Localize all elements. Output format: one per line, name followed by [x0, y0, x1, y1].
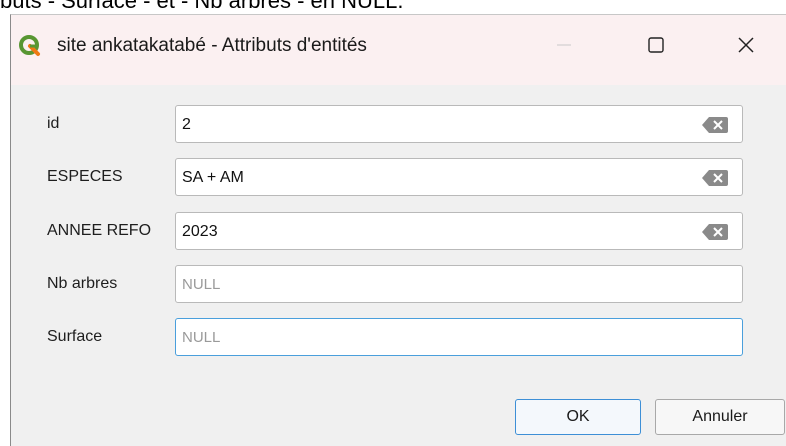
attribute-form-dialog: site ankatakatabé - Attributs d'entités …: [10, 14, 786, 446]
field-label-especes: ESPECES: [47, 168, 123, 185]
clear-field-icon[interactable]: [702, 170, 728, 186]
field-label-nb-arbres: Nb arbres: [47, 275, 118, 292]
field-value-nb-arbres[interactable]: NULL: [182, 276, 220, 293]
close-icon: [738, 37, 754, 53]
cancel-button[interactable]: Annuler: [655, 399, 785, 435]
field-value-surface[interactable]: NULL: [182, 329, 220, 346]
maximize-button[interactable]: [633, 25, 679, 65]
field-label-surface: Surface: [47, 328, 103, 345]
maximize-icon: [648, 37, 664, 53]
field-value-annee-refo[interactable]: 2023: [182, 223, 218, 241]
field-row-surface: Surface NULL: [11, 318, 771, 358]
field-row-id: id 2: [11, 105, 771, 145]
field-label-id: id: [47, 115, 60, 132]
qgis-logo-icon: [19, 35, 40, 56]
close-button[interactable]: [723, 25, 769, 65]
clear-field-icon[interactable]: [702, 117, 728, 133]
field-value-id[interactable]: 2: [182, 116, 191, 134]
minimize-button[interactable]: [541, 25, 587, 65]
ok-button[interactable]: OK: [515, 399, 641, 435]
title-bar[interactable]: site ankatakatabé - Attributs d'entités: [11, 15, 786, 85]
field-value-especes[interactable]: SA + AM: [182, 169, 244, 187]
window-title: site ankatakatabé - Attributs d'entités: [57, 35, 367, 56]
field-row-especes: ESPECES SA + AM: [11, 158, 771, 198]
field-input-annee-refo[interactable]: 2023: [175, 212, 743, 250]
field-input-especes[interactable]: SA + AM: [175, 158, 743, 196]
background-caption-text: buts - Surface - et - Nb arbres - en NUL…: [0, 0, 786, 12]
field-row-annee-refo: ANNEE REFO 2023: [11, 212, 771, 252]
field-input-nb-arbres[interactable]: NULL: [175, 265, 743, 303]
clear-field-icon[interactable]: [702, 224, 728, 240]
minimize-icon: [557, 44, 571, 46]
field-row-nb-arbres: Nb arbres NULL: [11, 265, 771, 305]
field-input-surface[interactable]: NULL: [175, 318, 743, 356]
field-input-id[interactable]: 2: [175, 105, 743, 143]
field-label-annee-refo: ANNEE REFO: [47, 222, 152, 239]
